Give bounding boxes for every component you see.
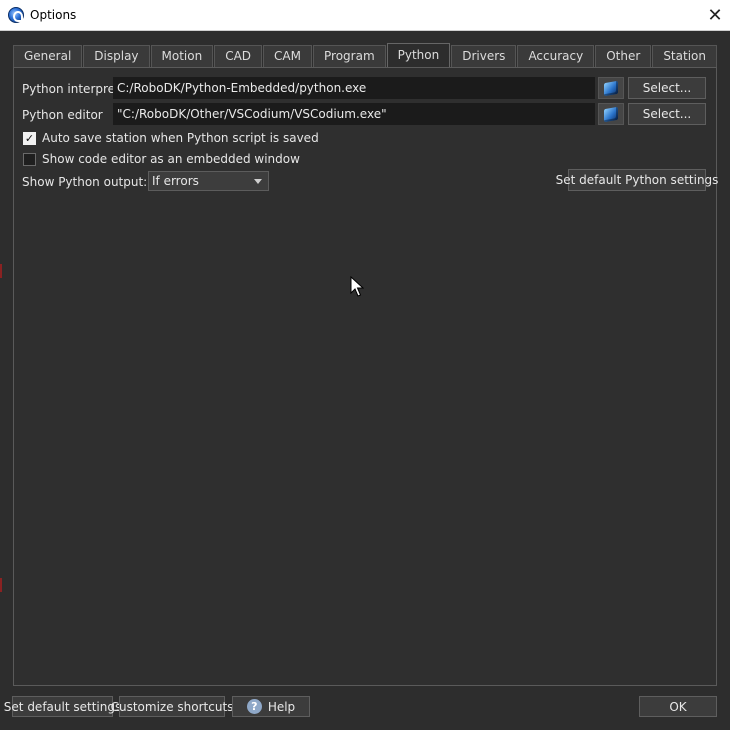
python-editor-field[interactable]: "C:/RoboDK/Other/VSCodium/VSCodium.exe" bbox=[113, 103, 595, 125]
editor-browse-button[interactable] bbox=[598, 103, 624, 125]
embedded-editor-row[interactable]: Show code editor as an embedded window bbox=[23, 152, 300, 166]
python-output-value: If errors bbox=[152, 174, 199, 188]
tab-accuracy[interactable]: Accuracy bbox=[517, 45, 595, 67]
cube-icon bbox=[604, 80, 618, 96]
interpreter-browse-button[interactable] bbox=[598, 77, 624, 99]
auto-save-row[interactable]: ✓ Auto save station when Python script i… bbox=[23, 131, 319, 145]
close-icon: ✕ bbox=[707, 5, 723, 26]
set-default-settings-button[interactable]: Set default settings bbox=[4, 696, 121, 717]
tab-cad[interactable]: CAD bbox=[214, 45, 263, 67]
window-title: Options bbox=[30, 8, 77, 22]
python-editor-label: Python editor bbox=[22, 108, 103, 122]
tab-cam[interactable]: CAM bbox=[263, 45, 312, 67]
tab-drivers[interactable]: Drivers bbox=[451, 45, 517, 67]
help-button[interactable]: ? Help bbox=[232, 696, 310, 717]
python-interpreter-field[interactable]: C:/RoboDK/Python-Embedded/python.exe bbox=[113, 77, 595, 99]
tab-station[interactable]: Station bbox=[652, 45, 717, 67]
python-output-select[interactable]: If errors bbox=[148, 171, 269, 191]
tab-other[interactable]: Other bbox=[595, 45, 652, 67]
tab-general[interactable]: General bbox=[13, 45, 83, 67]
tab-python[interactable]: Python bbox=[386, 43, 451, 68]
mouse-cursor-icon bbox=[350, 276, 364, 297]
tab-bar: General Display Motion CAD CAM Program P… bbox=[13, 43, 718, 68]
tab-program[interactable]: Program bbox=[313, 45, 386, 67]
help-label: Help bbox=[267, 699, 296, 714]
edge-marker bbox=[0, 578, 2, 592]
select-editor-button[interactable]: Select... bbox=[628, 103, 706, 125]
embedded-editor-checkbox[interactable] bbox=[23, 152, 36, 166]
tab-display[interactable]: Display bbox=[83, 45, 150, 67]
select-interpreter-button[interactable]: Select... bbox=[628, 77, 706, 99]
chevron-down-icon bbox=[254, 179, 262, 184]
embedded-editor-label: Show code editor as an embedded window bbox=[42, 152, 300, 166]
set-default-python-button[interactable]: Set default Python settings bbox=[556, 169, 718, 191]
edge-marker bbox=[0, 264, 2, 278]
help-icon: ? bbox=[246, 699, 262, 714]
auto-save-label: Auto save station when Python script is … bbox=[42, 131, 319, 145]
auto-save-checkbox[interactable]: ✓ bbox=[23, 131, 36, 145]
close-button[interactable]: ✕ bbox=[700, 0, 730, 31]
ok-button[interactable]: OK bbox=[639, 696, 717, 717]
customize-shortcuts-button[interactable]: Customize shortcuts bbox=[111, 696, 233, 717]
tab-motion[interactable]: Motion bbox=[150, 45, 214, 67]
cube-icon bbox=[604, 106, 618, 122]
title-bar: Options ✕ bbox=[0, 0, 730, 31]
python-output-label: Show Python output: bbox=[22, 175, 148, 189]
robodk-icon bbox=[8, 7, 24, 23]
